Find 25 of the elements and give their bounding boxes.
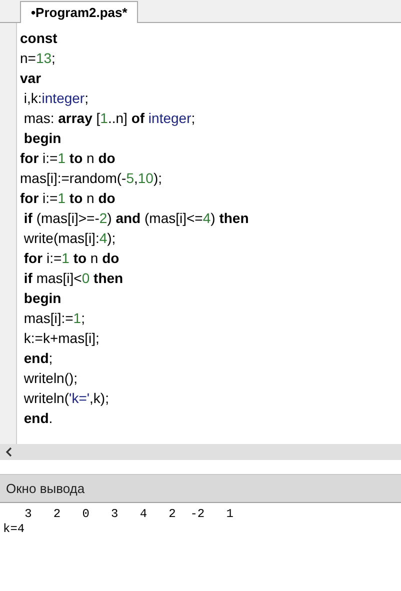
code-line: mas: array [1..n] of integer;	[22, 109, 196, 128]
code-line: k:=k+mas[i];	[22, 329, 100, 348]
output-line: 3 2 0 3 4 2 -2 1	[24, 507, 234, 522]
code-line: const	[20, 29, 58, 48]
code-line: i,k:integer;	[22, 89, 90, 108]
file-tab[interactable]: •Program2.pas*	[20, 1, 138, 23]
output-line: k=4	[3, 522, 26, 537]
code-line: begin	[22, 129, 62, 148]
code-line: writeln('k=',k);	[22, 389, 110, 408]
code-line: n=13;	[20, 49, 56, 68]
code-line: end.	[22, 409, 54, 428]
code-line: mas[i]:=1;	[22, 309, 86, 328]
panel-title: Окно вывода	[0, 475, 401, 503]
code-line: begin	[22, 289, 62, 308]
code-line: if (mas[i]>=-2) and (mas[i]<=4) then	[22, 209, 249, 228]
code-line: writeln();	[22, 369, 79, 388]
code-line: write(mas[i]:4);	[22, 229, 117, 248]
code-line: mas[i]:=random(-5,10);	[20, 169, 164, 188]
code-line: var	[20, 69, 42, 88]
scroll-left-icon[interactable]	[4, 447, 14, 457]
code-line: for i:=1 to n do	[22, 249, 120, 268]
code-line: if mas[i]<0 then	[22, 269, 124, 288]
code-line: for i:=1 to n do	[20, 149, 116, 168]
code-line: for i:=1 to n do	[20, 189, 116, 208]
code-line: end;	[22, 349, 54, 368]
